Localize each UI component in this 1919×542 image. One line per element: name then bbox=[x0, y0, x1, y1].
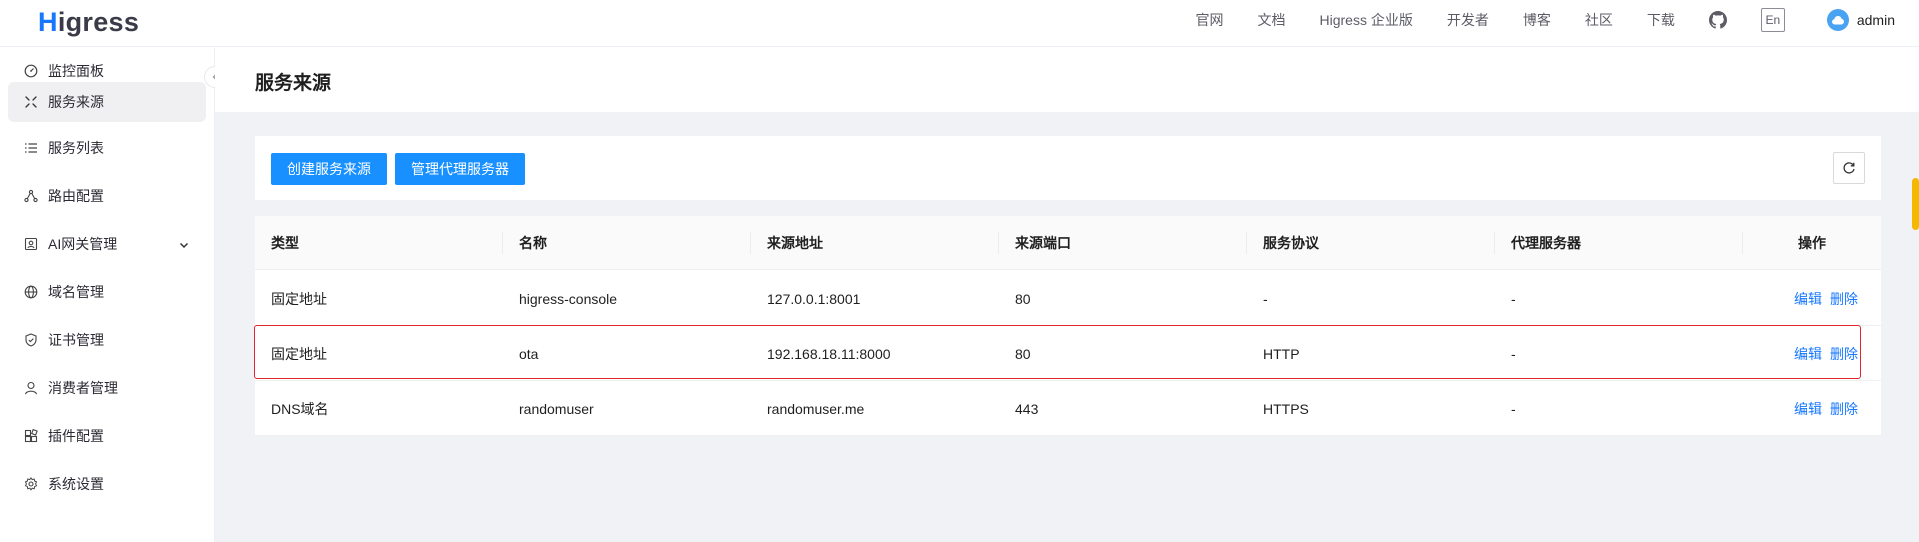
column-header-protocol: 服务协议 bbox=[1263, 235, 1319, 251]
column-header-address: 来源地址 bbox=[767, 235, 823, 251]
top-header: Higress 官网 文档 Higress 企业版 开发者 博客 社区 下载 E… bbox=[0, 0, 1919, 47]
sidebar-item-label: 路由配置 bbox=[48, 188, 104, 204]
sidebar-item-label: 消费者管理 bbox=[48, 380, 118, 396]
logo-letter-h: H bbox=[38, 7, 58, 37]
column-header-name: 名称 bbox=[519, 235, 547, 251]
service-source-icon bbox=[24, 95, 38, 109]
sidebar-item-certificate[interactable]: 证书管理 bbox=[8, 320, 206, 360]
higress-logo[interactable]: Higress bbox=[38, 4, 139, 38]
delete-link[interactable]: 删除 bbox=[1830, 271, 1858, 326]
language-toggle[interactable]: En bbox=[1760, 8, 1785, 32]
sidebar-item-ai-gateway[interactable]: AI网关管理 bbox=[8, 224, 206, 264]
sidebar-item-label: 域名管理 bbox=[48, 284, 104, 300]
cell-proxy: - bbox=[1511, 345, 1516, 362]
nav-blog[interactable]: 博客 bbox=[1523, 10, 1551, 30]
sidebar-item-plugin[interactable]: 插件配置 bbox=[8, 416, 206, 456]
sidebar: 监控面板 服务来源 服务列表 路由配置 AI网关管理 域名管理 证书管理 消费者… bbox=[0, 48, 215, 542]
service-source-table: 类型 名称 来源地址 来源端口 服务协议 代理服务器 操作 固定地址 higre… bbox=[255, 216, 1881, 436]
cell-address: 192.168.18.11:8000 bbox=[767, 345, 891, 362]
avatar[interactable] bbox=[1826, 9, 1849, 31]
column-header-actions: 操作 bbox=[1798, 235, 1826, 251]
shield-icon bbox=[24, 333, 38, 347]
route-icon bbox=[24, 189, 38, 203]
sidebar-item-label: AI网关管理 bbox=[48, 236, 118, 252]
cell-type: 固定地址 bbox=[271, 290, 327, 307]
sidebar-item-domain[interactable]: 域名管理 bbox=[8, 272, 206, 312]
sidebar-item-settings[interactable]: 系统设置 bbox=[8, 464, 206, 504]
cell-type: 固定地址 bbox=[271, 345, 327, 362]
cell-address: randomuser.me bbox=[767, 400, 865, 417]
create-service-source-button[interactable]: 创建服务来源 bbox=[271, 153, 387, 185]
nav-download[interactable]: 下载 bbox=[1647, 10, 1675, 30]
user-name[interactable]: admin bbox=[1857, 12, 1895, 28]
cell-port: 80 bbox=[1015, 345, 1031, 362]
sidebar-item-service-list[interactable]: 服务列表 bbox=[8, 128, 206, 168]
gear-icon bbox=[24, 477, 38, 491]
cell-type: DNS域名 bbox=[271, 400, 329, 417]
nav-developers[interactable]: 开发者 bbox=[1447, 10, 1489, 30]
cell-address: 127.0.0.1:8001 bbox=[767, 290, 861, 307]
delete-link[interactable]: 删除 bbox=[1830, 381, 1858, 436]
cell-protocol: HTTP bbox=[1263, 345, 1300, 362]
column-header-proxy: 代理服务器 bbox=[1511, 235, 1581, 251]
cell-protocol: - bbox=[1263, 290, 1268, 307]
edit-link[interactable]: 编辑 bbox=[1794, 381, 1822, 436]
refresh-icon bbox=[1843, 162, 1855, 174]
nav-enterprise[interactable]: Higress 企业版 bbox=[1320, 10, 1413, 30]
table-row: DNS域名 randomuser randomuser.me 443 HTTPS… bbox=[255, 381, 1881, 436]
sidebar-item-label: 插件配置 bbox=[48, 428, 104, 444]
sidebar-item-label: 服务列表 bbox=[48, 140, 104, 156]
logo-text: igress bbox=[57, 7, 140, 37]
column-header-type: 类型 bbox=[271, 235, 299, 251]
list-icon bbox=[24, 141, 38, 155]
sidebar-item-label: 系统设置 bbox=[48, 476, 104, 492]
edit-link[interactable]: 编辑 bbox=[1794, 271, 1822, 326]
chevron-down-icon[interactable] bbox=[178, 238, 190, 250]
cell-proxy: - bbox=[1511, 400, 1516, 417]
cell-name: randomuser bbox=[519, 400, 594, 417]
edit-link[interactable]: 编辑 bbox=[1794, 326, 1822, 381]
toolbar: 创建服务来源 管理代理服务器 bbox=[255, 136, 1881, 200]
cell-proxy: - bbox=[1511, 290, 1516, 307]
plugin-icon bbox=[24, 429, 38, 443]
sidebar-item-route-config[interactable]: 路由配置 bbox=[8, 176, 206, 216]
sidebar-item-label: 监控面板 bbox=[48, 63, 104, 79]
ai-gateway-icon bbox=[24, 237, 38, 251]
cell-port: 80 bbox=[1015, 290, 1031, 307]
sidebar-item-label: 服务来源 bbox=[48, 94, 104, 110]
sidebar-item-service-source[interactable]: 服务来源 bbox=[8, 82, 206, 122]
page-header: 服务来源 bbox=[215, 48, 1919, 112]
globe-icon bbox=[24, 285, 38, 299]
scrollbar-thumb[interactable] bbox=[1912, 178, 1919, 230]
nav-community[interactable]: 社区 bbox=[1585, 10, 1613, 30]
nav-docs[interactable]: 文档 bbox=[1258, 10, 1286, 30]
user-icon bbox=[24, 381, 38, 395]
refresh-button[interactable] bbox=[1833, 152, 1865, 184]
column-header-port: 来源端口 bbox=[1015, 235, 1071, 251]
page-title: 服务来源 bbox=[255, 73, 332, 94]
table-header: 类型 名称 来源地址 来源端口 服务协议 代理服务器 操作 bbox=[255, 216, 1881, 270]
main-content: 服务来源 创建服务来源 管理代理服务器 类型 名称 来源地址 来源端口 服务协议… bbox=[215, 48, 1919, 542]
table-row: 固定地址 ota 192.168.18.11:8000 80 HTTP - 编辑… bbox=[255, 326, 1881, 381]
top-nav: 官网 文档 Higress 企业版 开发者 博客 社区 下载 En admin bbox=[1196, 0, 1919, 40]
cell-name: ota bbox=[519, 345, 539, 362]
manage-proxy-server-button[interactable]: 管理代理服务器 bbox=[395, 153, 525, 185]
cell-name: higress-console bbox=[519, 290, 618, 307]
sidebar-item-consumer[interactable]: 消费者管理 bbox=[8, 368, 206, 408]
dashboard-icon bbox=[24, 64, 38, 78]
table-row: 固定地址 higress-console 127.0.0.1:8001 80 -… bbox=[255, 271, 1881, 326]
github-icon[interactable] bbox=[1708, 11, 1727, 29]
nav-official-site[interactable]: 官网 bbox=[1196, 10, 1224, 30]
sidebar-item-label: 证书管理 bbox=[48, 332, 104, 348]
cell-port: 443 bbox=[1015, 400, 1039, 417]
delete-link[interactable]: 删除 bbox=[1830, 326, 1858, 381]
cell-protocol: HTTPS bbox=[1263, 400, 1309, 417]
